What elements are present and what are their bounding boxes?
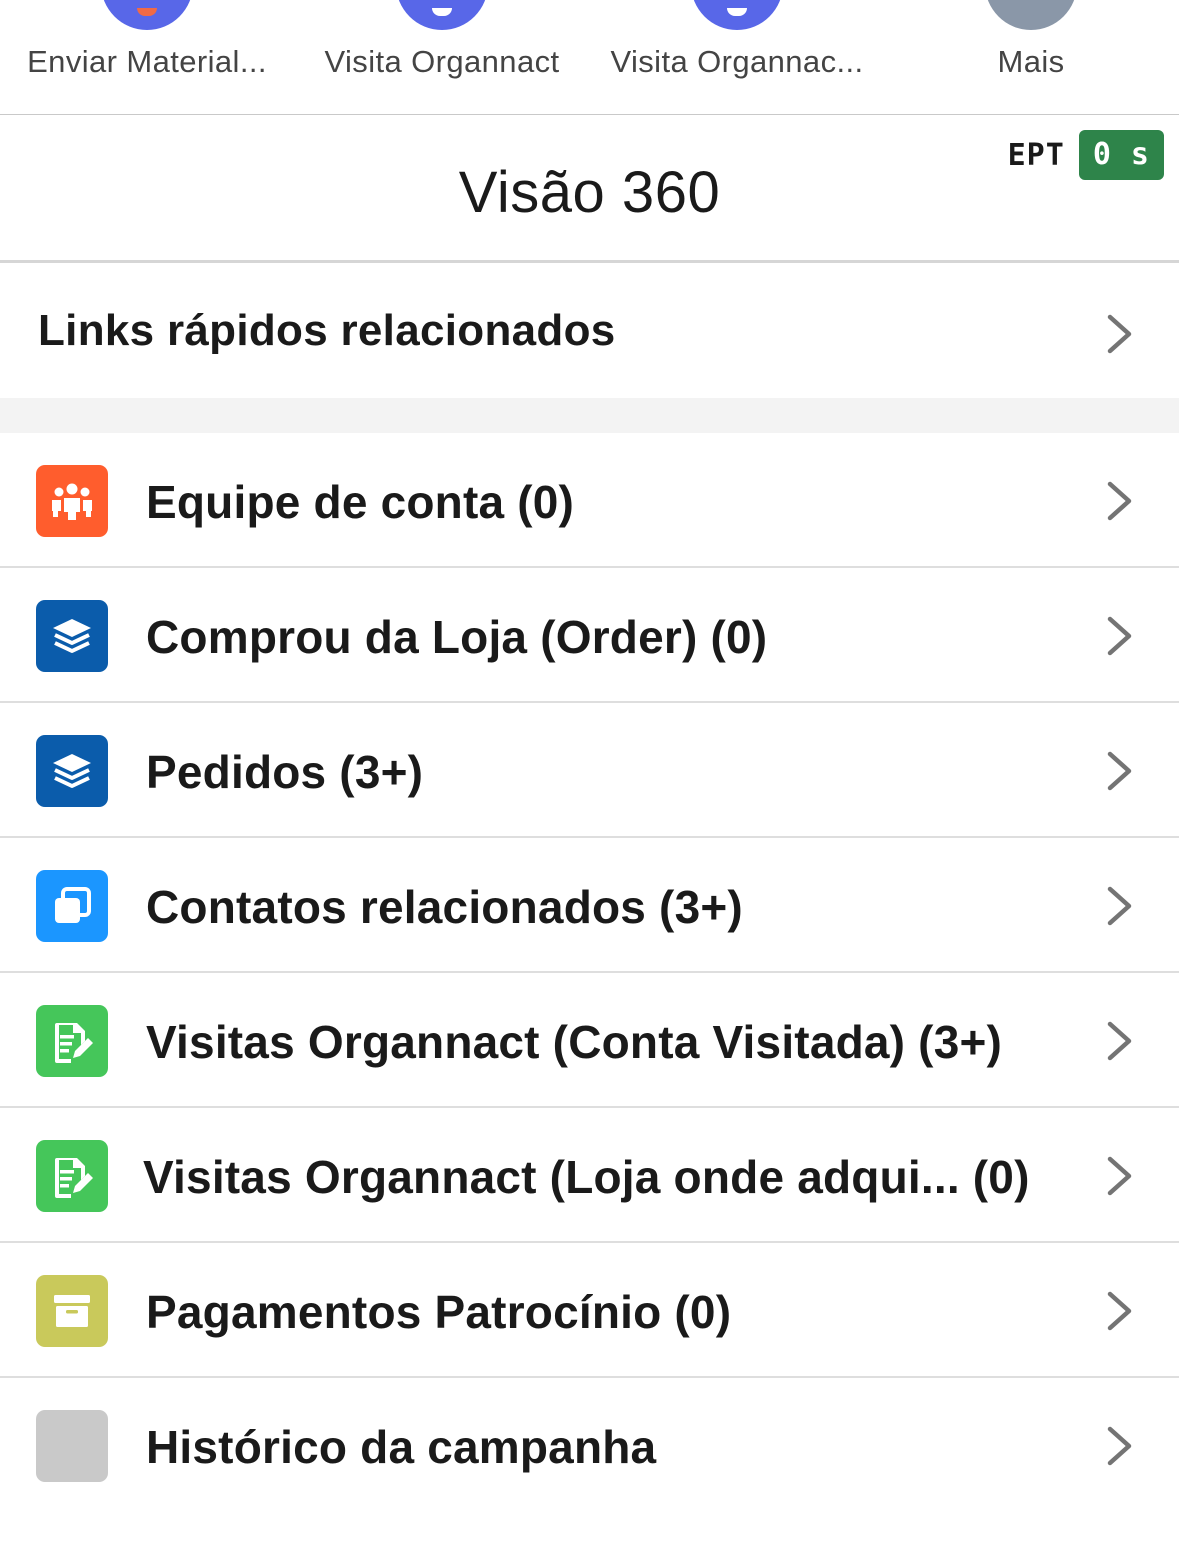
related-list-label: Visitas Organnact (Conta Visitada) (3+): [146, 1016, 1003, 1068]
team-icon: [36, 465, 108, 537]
section-divider: [0, 398, 1179, 433]
related-list-sponsorship-payments[interactable]: Pagamentos Patrocínio (0): [0, 1243, 1179, 1378]
chevron-right-icon: [1107, 481, 1132, 521]
related-list-visits-visited-account[interactable]: Visitas Organnact (Conta Visitada) (3+): [0, 973, 1179, 1108]
page-header: Visão 360 EPT 0 s: [0, 115, 1179, 263]
related-list-label: Histórico da campanha: [146, 1421, 657, 1473]
related-list-label: Pagamentos Patrocínio (0): [146, 1286, 732, 1338]
archive-icon: [36, 1275, 108, 1347]
related-list-contacts[interactable]: Contatos relacionados (3+): [0, 838, 1179, 973]
chevron-right-icon: [1107, 1021, 1132, 1061]
chevron-right-icon: [1107, 616, 1132, 656]
action-visit-organnact[interactable]: Visita Organnact: [297, 0, 587, 114]
blank-icon: [36, 1410, 108, 1482]
action-visit-organnact-2[interactable]: Visita Organnac...: [592, 0, 882, 114]
related-lists: Equipe de conta (0) Comprou da Loja (Ord…: [0, 433, 1179, 1513]
related-list-label: Contatos relacionados (3+): [146, 881, 743, 933]
layers-icon: [36, 735, 108, 807]
related-list-label: Visitas Organnact (Loja onde adqui... (0…: [143, 1151, 1030, 1203]
ept-indicator: EPT 0 s: [1008, 129, 1164, 181]
chevron-right-icon: [1107, 751, 1132, 791]
chevron-right-icon: [1107, 1291, 1132, 1331]
action-send-material[interactable]: Enviar Material...: [2, 0, 292, 114]
related-list-orders[interactable]: Pedidos (3+): [0, 703, 1179, 838]
visit-icon: [691, 0, 783, 30]
action-label: Visita Organnact: [324, 44, 560, 79]
chevron-right-icon: [1107, 314, 1132, 354]
quick-links-label: Links rápidos relacionados: [38, 306, 616, 355]
chevron-right-icon: [1107, 1156, 1132, 1196]
action-more[interactable]: Mais: [886, 0, 1176, 114]
ept-label: EPT: [1007, 137, 1065, 173]
layers-icon: [36, 600, 108, 672]
related-list-campaign-history[interactable]: Histórico da campanha: [0, 1378, 1179, 1513]
action-label: Visita Organnac...: [610, 44, 864, 79]
more-icon: [985, 0, 1077, 30]
action-bar: Enviar Material... Visita Organnact Visi…: [0, 0, 1179, 115]
related-list-visits-purchase-store[interactable]: Visitas Organnact (Loja onde adqui... (0…: [0, 1108, 1179, 1243]
chevron-right-icon: [1107, 1426, 1132, 1466]
contacts-icon: [36, 870, 108, 942]
action-label: Enviar Material...: [27, 44, 267, 79]
page-title: Visão 360: [458, 160, 721, 225]
related-list-label: Pedidos (3+): [146, 746, 424, 798]
visit-form-icon: [36, 1005, 108, 1077]
action-label: Mais: [997, 44, 1065, 79]
send-material-icon: [101, 0, 193, 30]
quick-links-row[interactable]: Links rápidos relacionados: [0, 266, 1179, 398]
related-list-account-team[interactable]: Equipe de conta (0): [0, 433, 1179, 568]
related-list-label: Equipe de conta (0): [146, 476, 575, 528]
visit-form-icon: [36, 1140, 108, 1212]
related-list-store-orders[interactable]: Comprou da Loja (Order) (0): [0, 568, 1179, 703]
visit-icon: [396, 0, 488, 30]
ept-value-badge: 0 s: [1078, 130, 1164, 180]
chevron-right-icon: [1107, 886, 1132, 926]
related-list-label: Comprou da Loja (Order) (0): [146, 611, 768, 663]
